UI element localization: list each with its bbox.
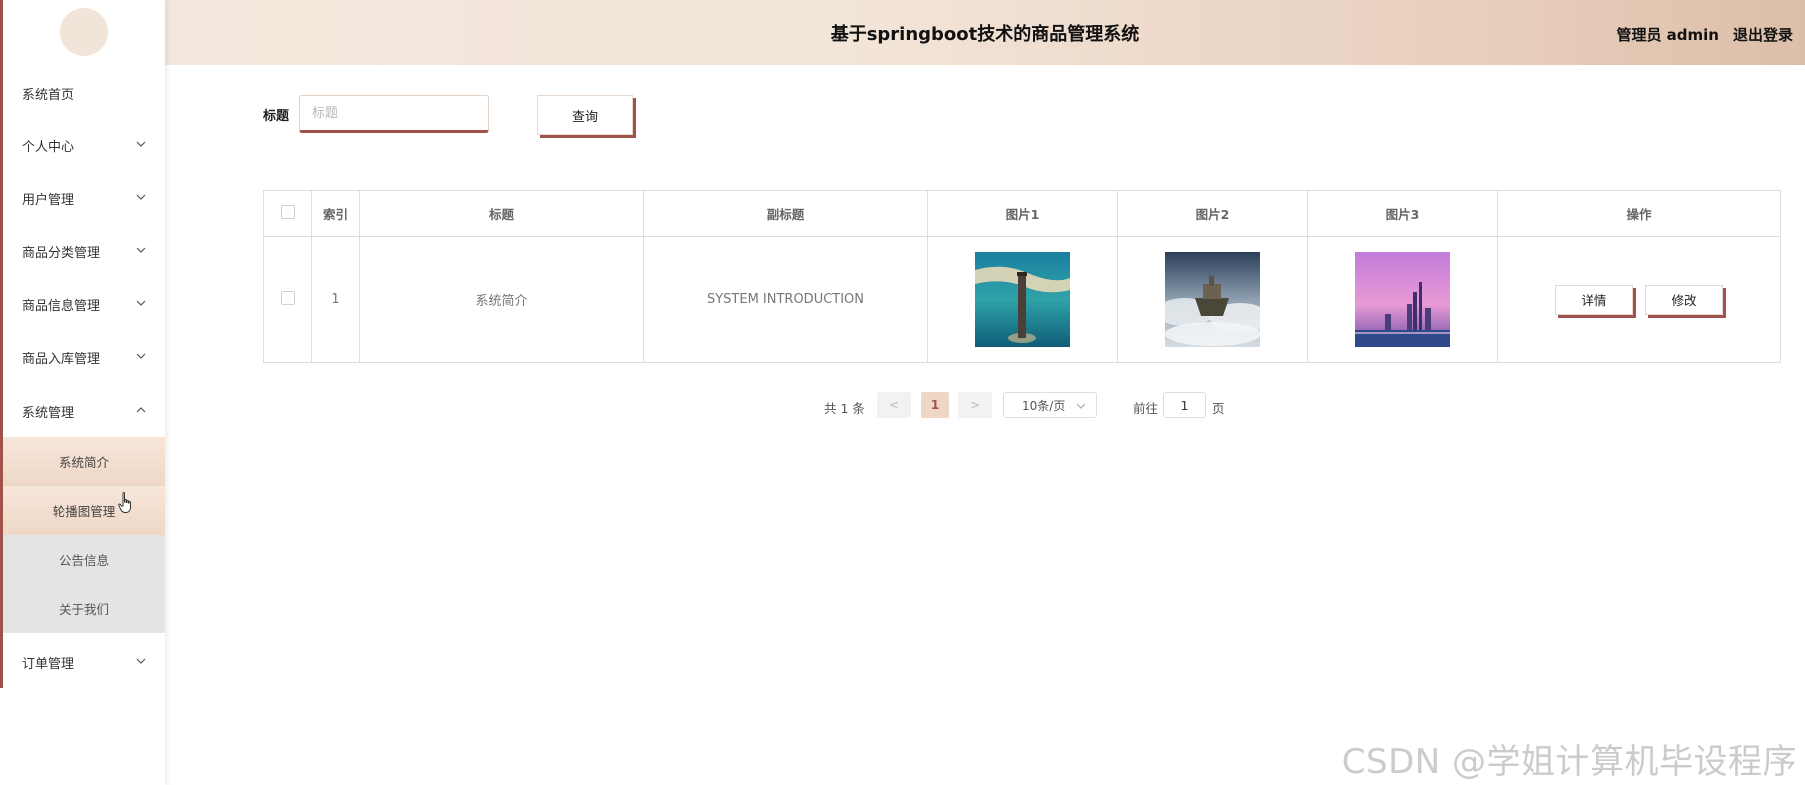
search-label: 标题: [263, 109, 290, 124]
title-cell: 系统简介: [359, 236, 644, 363]
floating-island-image: [1165, 252, 1260, 347]
sidebar-item-label: 商品信息管理: [22, 298, 101, 314]
select-all-checkbox[interactable]: [280, 205, 295, 219]
sidebar-item-label: 商品入库管理: [22, 351, 101, 367]
sidebar-item-label: 订单管理: [22, 656, 75, 672]
sidebar-item-label: 个人中心: [22, 139, 75, 155]
sidebar-item-home[interactable]: 系统首页: [3, 67, 165, 119]
goto-page-input[interactable]: [1163, 392, 1206, 418]
column-header: 图片3: [1307, 190, 1498, 237]
sidebar: 系统首页 个人中心 用户管理 商品分类管理 商品信息管理 商品入库管理 系统管理…: [0, 0, 165, 785]
column-header: 副标题: [643, 190, 928, 237]
sidebar-item-label: 商品分类管理: [22, 245, 101, 261]
detail-button[interactable]: 详情: [1554, 284, 1633, 315]
sidebar-item-label: 系统首页: [22, 87, 75, 103]
column-header: 图片1: [927, 190, 1118, 237]
city-skyline-image: [1355, 252, 1450, 347]
column-header: 标题: [359, 190, 644, 237]
page-title: 基于springboot技术的商品管理系统: [830, 24, 1140, 45]
page-size-select[interactable]: 10条/页: [1003, 392, 1097, 418]
pagination-total: 共 1 条: [824, 401, 865, 416]
title-search-input[interactable]: [299, 95, 489, 133]
avatar: [60, 8, 108, 56]
image2-cell: [1117, 236, 1308, 363]
column-header: 索引: [311, 190, 360, 237]
table-row: 1 系统简介 SYSTEM INTRODUCTION 详情 修改: [263, 236, 1781, 363]
chevron-down-icon: [135, 139, 147, 152]
sidebar-item-user-management[interactable]: 用户管理: [3, 172, 165, 224]
select-all-cell: [263, 190, 312, 237]
current-page-button[interactable]: 1: [921, 392, 949, 418]
chevron-down-icon: [135, 245, 147, 258]
chevron-down-icon: [135, 298, 147, 311]
chevron-down-icon: [135, 192, 147, 205]
hand-cursor-icon: [118, 492, 131, 513]
sidebar-item-personal-center[interactable]: 个人中心: [3, 119, 165, 171]
chevron-down-icon: [1076, 400, 1086, 410]
page-size-value: 10条/页: [1022, 398, 1066, 413]
submenu-item-announcements[interactable]: 公告信息: [3, 535, 165, 584]
column-header: 操作: [1497, 190, 1781, 237]
next-page-button[interactable]: >: [958, 392, 992, 418]
image3-cell: [1307, 236, 1498, 363]
submenu-item-label: 轮播图管理: [52, 504, 116, 519]
row-select-cell: [263, 236, 312, 363]
subtitle-cell: SYSTEM INTRODUCTION: [643, 236, 928, 363]
image1-cell: [927, 236, 1118, 363]
logout-link[interactable]: 退出登录: [1733, 24, 1793, 45]
sidebar-item-stock-in[interactable]: 商品入库管理: [3, 331, 165, 383]
goto-label: 前往: [1133, 401, 1159, 416]
page-unit-label: 页: [1212, 401, 1225, 416]
index-cell: 1: [311, 236, 360, 363]
column-header: 图片2: [1117, 190, 1308, 237]
chevron-up-icon: [135, 405, 147, 418]
edit-button[interactable]: 修改: [1645, 284, 1724, 315]
data-table: 索引 标题 副标题 图片1 图片2 图片3 操作 1 系统简介 SYSTEM I…: [263, 190, 1781, 363]
sidebar-item-product-info[interactable]: 商品信息管理: [3, 278, 165, 330]
submenu-item-label: 公告信息: [58, 553, 109, 568]
sidebar-item-order-management[interactable]: 订单管理: [3, 636, 165, 688]
sidebar-item-label: 系统管理: [22, 405, 75, 421]
sidebar-item-label: 用户管理: [22, 192, 75, 208]
prev-page-button[interactable]: <: [877, 392, 911, 418]
watermark-text: CSDN @学姐计算机毕设程序: [1341, 742, 1797, 782]
chevron-down-icon: [135, 656, 147, 669]
row-checkbox[interactable]: [280, 290, 295, 305]
top-header: 基于springboot技术的商品管理系统 管理员 admin 退出登录: [165, 0, 1805, 65]
user-info: 管理员 admin: [1616, 26, 1719, 44]
actions-cell: 详情 修改: [1497, 236, 1781, 363]
chevron-down-icon: [135, 351, 147, 364]
lighthouse-sea-image: [975, 252, 1070, 347]
table-header-row: 索引 标题 副标题 图片1 图片2 图片3 操作: [263, 190, 1781, 237]
submenu-item-label: 系统简介: [58, 455, 109, 470]
submenu-item-carousel-management[interactable]: 轮播图管理: [3, 486, 165, 535]
submenu-item-label: 关于我们: [58, 602, 109, 617]
submenu-item-about-us[interactable]: 关于我们: [3, 584, 165, 633]
submenu-item-system-intro[interactable]: 系统简介: [3, 437, 165, 486]
search-button[interactable]: 查询: [537, 95, 633, 135]
sidebar-item-category-management[interactable]: 商品分类管理: [3, 225, 165, 277]
sidebar-item-system-management[interactable]: 系统管理: [3, 385, 165, 437]
